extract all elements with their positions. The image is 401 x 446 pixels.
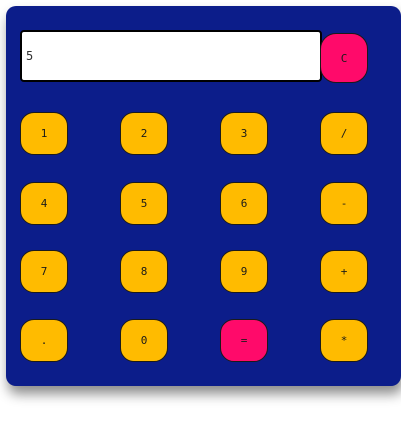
digit-7-button[interactable]: 7 [20,250,68,293]
digit-0-button[interactable]: 0 [120,319,168,362]
divide-button[interactable]: / [320,112,368,155]
digit-1-button[interactable]: 1 [20,112,68,155]
minus-button[interactable]: - [320,182,368,225]
plus-button[interactable]: + [320,250,368,293]
multiply-button[interactable]: * [320,319,368,362]
digit-6-button[interactable]: 6 [220,182,268,225]
equals-button[interactable]: = [220,319,268,362]
digit-8-button[interactable]: 8 [120,250,168,293]
digit-2-button[interactable]: 2 [120,112,168,155]
display-screen: 5 [20,30,322,82]
digit-9-button[interactable]: 9 [220,250,268,293]
calculator: 5 C 1 2 3 / 4 5 6 - 7 8 9 + . 0 = * [6,6,401,386]
digit-3-button[interactable]: 3 [220,112,268,155]
digit-4-button[interactable]: 4 [20,182,68,225]
digit-5-button[interactable]: 5 [120,182,168,225]
clear-button[interactable]: C [320,33,368,83]
decimal-button[interactable]: . [20,319,68,362]
